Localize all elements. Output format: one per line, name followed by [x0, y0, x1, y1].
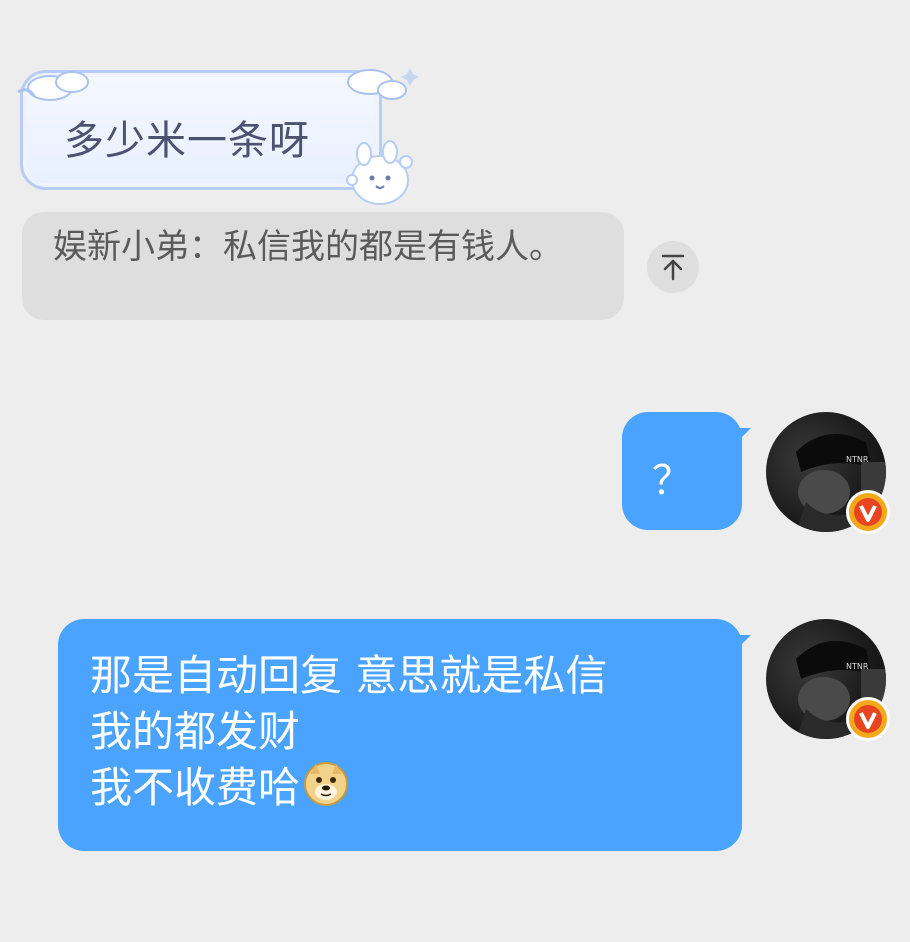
- bubble-tail: [737, 428, 751, 442]
- message-line-with-emoji: 我不收费哈: [90, 760, 730, 816]
- outgoing-message-text-2: 那是自动回复 意思就是私信 我的都发财 我不收费哈: [90, 648, 730, 816]
- message-line: 我不收费哈: [90, 763, 301, 812]
- verified-badge: [846, 490, 890, 534]
- quoted-reply-text: 娱新小弟：私信我的都是有钱人。: [53, 227, 563, 267]
- message-line: 我的都发财: [90, 707, 301, 756]
- bubble-tail-2: [737, 635, 751, 649]
- outgoing-message-text: ？: [652, 458, 692, 504]
- message-line: 那是自动回复 意思就是私信: [90, 651, 608, 700]
- doge-emoji-icon: [304, 762, 349, 806]
- verified-v-badge-icon: [854, 705, 882, 733]
- arrow-up-to-top-icon: [661, 254, 685, 281]
- verified-badge-2: [846, 697, 890, 741]
- incoming-message-text: 多少米一条呀: [64, 118, 310, 164]
- scroll-to-top-button[interactable]: [647, 241, 699, 293]
- verified-v-badge-icon: [854, 498, 882, 526]
- bunny-sticker-icon: [346, 140, 413, 205]
